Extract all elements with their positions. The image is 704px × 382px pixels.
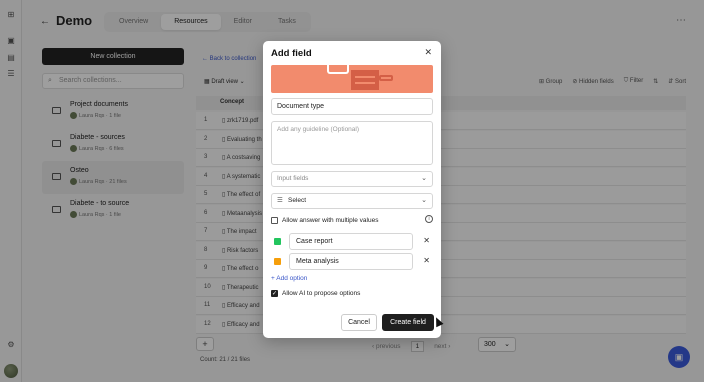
dialog-title: Add field: [271, 48, 312, 59]
add-option-label: Add option: [276, 275, 308, 282]
illustration-shape: [327, 65, 349, 74]
option-row: Meta analysis ✕: [271, 253, 433, 271]
list-icon: ☰: [277, 197, 283, 204]
field-illustration: [271, 65, 433, 93]
option-color-swatch[interactable]: [274, 238, 281, 245]
create-field-button[interactable]: Create field: [382, 314, 434, 331]
illustration-shape: [351, 70, 379, 90]
option-input[interactable]: Meta analysis: [289, 253, 413, 270]
remove-option-icon[interactable]: ✕: [423, 236, 430, 245]
multiple-values-label: Allow answer with multiple values: [282, 217, 379, 225]
multiple-values-option[interactable]: Allow answer with multiple values: [271, 217, 378, 224]
chevron-down-icon: ⌄: [421, 197, 427, 204]
input-fields-label: Input fields: [277, 175, 309, 182]
option-input[interactable]: Case report: [289, 233, 413, 250]
remove-option-icon[interactable]: ✕: [423, 256, 430, 265]
option-color-swatch[interactable]: [274, 258, 281, 265]
add-option-button[interactable]: + Add option: [271, 275, 307, 282]
guideline-textarea[interactable]: Add any guideline (Optional): [271, 121, 433, 165]
chevron-down-icon: ⌄: [421, 175, 427, 182]
cancel-button[interactable]: Cancel: [341, 314, 377, 331]
add-field-dialog: Add field ✕ Document type Add any guidel…: [263, 41, 441, 338]
ai-propose-option[interactable]: ✓ Allow AI to propose options: [271, 290, 360, 297]
illustration-shape: [379, 75, 393, 81]
multiple-values-checkbox[interactable]: [271, 217, 278, 224]
option-row: Case report ✕: [271, 233, 433, 251]
input-fields-select[interactable]: Input fields ⌄: [271, 171, 433, 187]
close-icon[interactable]: ✕: [424, 47, 432, 58]
ai-propose-checkbox[interactable]: ✓: [271, 290, 278, 297]
field-type-select[interactable]: ☰ Select ⌄: [271, 193, 433, 209]
field-type-value: Select: [288, 197, 307, 204]
field-name-input[interactable]: Document type: [271, 98, 433, 115]
ai-propose-label: Allow AI to propose options: [282, 290, 361, 298]
info-icon[interactable]: i: [425, 215, 433, 223]
